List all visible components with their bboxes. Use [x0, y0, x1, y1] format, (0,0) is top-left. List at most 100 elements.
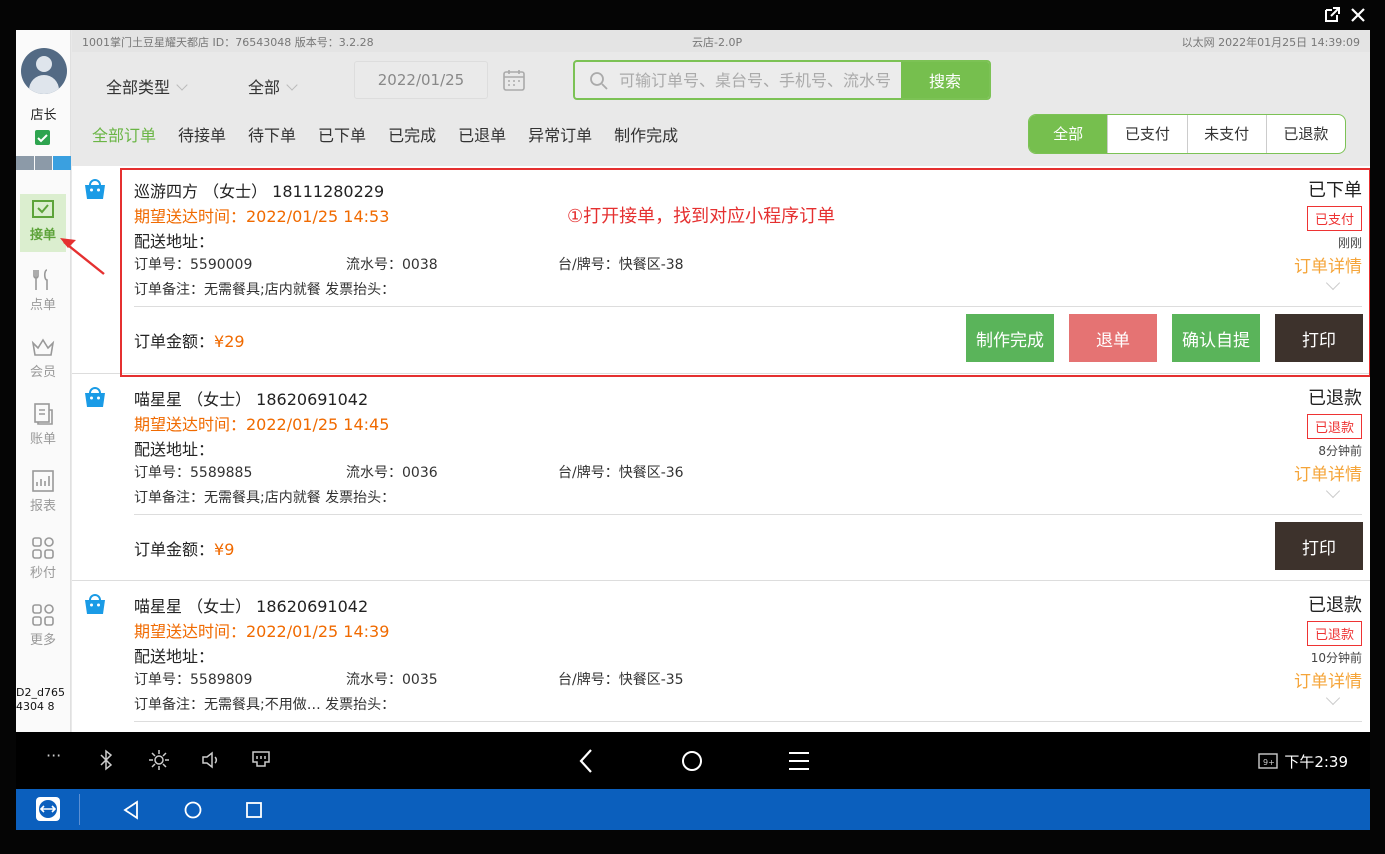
- order-tabs: 全部订单 待接单 待下单 已下单 已完成 已退单 异常订单 制作完成: [92, 122, 700, 146]
- delivery-address: 配送地址：: [134, 647, 215, 666]
- order-detail-link[interactable]: 订单详情: [1294, 460, 1362, 485]
- make-complete-button[interactable]: 制作完成: [966, 314, 1054, 362]
- grid-icon: [32, 537, 54, 559]
- nav-bills[interactable]: 账单: [20, 398, 66, 456]
- tab-pending-order[interactable]: 待下单: [248, 122, 296, 146]
- date-field[interactable]: 2022/01/25: [354, 61, 488, 99]
- customer-name: 喵星星 （女士） 18620691042: [134, 597, 369, 616]
- order-list: 巡游四方 （女士） 18111280229 期望送达时间：2022/01/25 …: [72, 166, 1370, 732]
- annotation-text: ①打开接单，找到对应小程序订单: [567, 206, 836, 227]
- nav-bills-label: 账单: [29, 432, 56, 447]
- delivery-address: 配送地址：: [134, 440, 215, 459]
- serial-number: 流水号：0035: [346, 672, 438, 688]
- avatar[interactable]: [21, 48, 67, 94]
- printer-icon: [34, 156, 53, 170]
- nav-members[interactable]: 会员: [20, 331, 66, 389]
- app-screen: 店长 接单 点单 会员 账单 报表 秒付 更多 D2_d7654304 8 10…: [16, 30, 1370, 732]
- status-badge: 已支付: [1306, 206, 1362, 231]
- android-nav-bar: ··· 9+ 下午2:39: [16, 732, 1370, 789]
- divider: [134, 514, 1362, 515]
- annotation-arrow-icon: [60, 238, 105, 275]
- kds-icon: [16, 156, 34, 170]
- ethernet-icon[interactable]: [250, 749, 272, 771]
- pay-filter-paid[interactable]: 已支付: [1108, 115, 1188, 153]
- popout-icon[interactable]: [1323, 6, 1341, 24]
- print-button[interactable]: 打印: [1275, 314, 1363, 362]
- nav-more[interactable]: 更多: [20, 599, 66, 657]
- order-detail-link[interactable]: 订单详情: [1294, 667, 1362, 692]
- cutlery-icon: [33, 269, 48, 290]
- chevron-down-icon[interactable]: [1325, 483, 1341, 499]
- tab-pending-accept[interactable]: 待接单: [178, 122, 226, 146]
- search-input[interactable]: [619, 62, 899, 98]
- home-circle-icon[interactable]: [183, 800, 203, 820]
- refund-button[interactable]: 退单: [1069, 314, 1157, 362]
- tab-completed[interactable]: 已完成: [388, 122, 436, 146]
- order-time-ago: 8分钟前: [1318, 444, 1362, 458]
- bill-icon: [34, 403, 53, 425]
- more-dots-icon[interactable]: ···: [46, 746, 61, 765]
- chevron-down-icon[interactable]: [1325, 275, 1341, 291]
- amount-label: 订单金额：: [134, 332, 215, 351]
- brightness-icon[interactable]: [148, 749, 170, 771]
- keyboard-icon[interactable]: 9+: [1258, 752, 1278, 770]
- chevron-down-icon: [286, 79, 298, 91]
- back-triangle-icon[interactable]: [122, 800, 140, 820]
- order-remark: 订单备注：无需餐具;不用做… 发票抬头：: [134, 697, 396, 713]
- status-filter-dropdown[interactable]: 全部: [248, 74, 298, 98]
- calendar-icon[interactable]: [502, 68, 526, 92]
- tab-returned[interactable]: 已退单: [458, 122, 506, 146]
- nav-quickpay-label: 秒付: [29, 566, 56, 581]
- search-icon: [590, 72, 608, 90]
- system-clock: 下午2:39: [1284, 753, 1348, 771]
- order-detail-link[interactable]: 订单详情: [1294, 252, 1362, 277]
- network-datetime: 以太网 2022年01月25日 14:39:09: [1181, 36, 1360, 49]
- nav-orders-label: 接单: [29, 228, 56, 243]
- order-card[interactable]: 喵星星 （女士） 18620691042 期望送达时间：2022/01/25 1…: [72, 581, 1370, 732]
- type-filter-dropdown[interactable]: 全部类型: [106, 74, 188, 98]
- nav-quickpay[interactable]: 秒付: [20, 532, 66, 590]
- search-button[interactable]: 搜索: [901, 62, 989, 98]
- order-card[interactable]: 喵星星 （女士） 18620691042 期望送达时间：2022/01/25 1…: [72, 374, 1370, 581]
- type-filter-label: 全部类型: [106, 78, 171, 97]
- nav-reports[interactable]: 报表: [20, 465, 66, 523]
- window-controls: [1323, 6, 1367, 24]
- remote-window: 店长 接单 点单 会员 账单 报表 秒付 更多 D2_d7654304 8 10…: [0, 0, 1385, 854]
- cloud-icon: [53, 156, 72, 170]
- tab-abnormal[interactable]: 异常订单: [528, 122, 592, 146]
- recents-square-icon[interactable]: [245, 800, 263, 820]
- status-badge: 已退款: [1306, 621, 1362, 646]
- volume-icon[interactable]: [200, 749, 222, 771]
- pay-filter-refunded[interactable]: 已退款: [1267, 115, 1345, 153]
- amount-label: 订单金额：: [134, 540, 215, 559]
- bluetooth-icon[interactable]: [98, 749, 114, 771]
- info-bar: 1001掌门土豆星耀天都店 ID：76543048 版本号：3.2.28 云店-…: [72, 30, 1370, 52]
- chevron-down-icon[interactable]: [1325, 690, 1341, 706]
- delivery-address: 配送地址：: [134, 232, 215, 251]
- crown-icon: [31, 338, 55, 356]
- home-icon[interactable]: [681, 750, 703, 772]
- menu-icon[interactable]: [788, 751, 810, 771]
- order-card[interactable]: 巡游四方 （女士） 18111280229 期望送达时间：2022/01/25 …: [72, 166, 1370, 374]
- tab-ordered[interactable]: 已下单: [318, 122, 366, 146]
- pay-filter-all[interactable]: 全部: [1029, 115, 1109, 153]
- confirm-pickup-button[interactable]: 确认自提: [1172, 314, 1260, 362]
- nav-members-label: 会员: [29, 365, 56, 380]
- pay-filter-unpaid[interactable]: 未支付: [1188, 115, 1267, 153]
- teamviewer-icon[interactable]: [36, 797, 60, 821]
- chart-icon: [32, 470, 54, 492]
- close-icon[interactable]: [1349, 6, 1367, 24]
- order-number: 订单号：5589885: [134, 465, 253, 481]
- tab-all-orders[interactable]: 全部订单: [92, 122, 156, 146]
- status-filter-label: 全部: [248, 78, 281, 97]
- order-status: 已退款: [1308, 595, 1362, 616]
- search-box: 搜索: [573, 60, 991, 100]
- back-icon[interactable]: [576, 748, 596, 774]
- tab-made[interactable]: 制作完成: [614, 122, 678, 146]
- status-badge: 已退款: [1306, 414, 1362, 439]
- print-button[interactable]: 打印: [1275, 522, 1363, 570]
- toolbar: 全部类型 全部 2022/01/25 搜索: [72, 52, 1370, 112]
- store-info: 1001掌门土豆星耀天都店 ID：76543048 版本号：3.2.28: [82, 36, 374, 49]
- table-number: 台/牌号：快餐区-38: [558, 257, 684, 273]
- chevron-down-icon: [176, 79, 188, 91]
